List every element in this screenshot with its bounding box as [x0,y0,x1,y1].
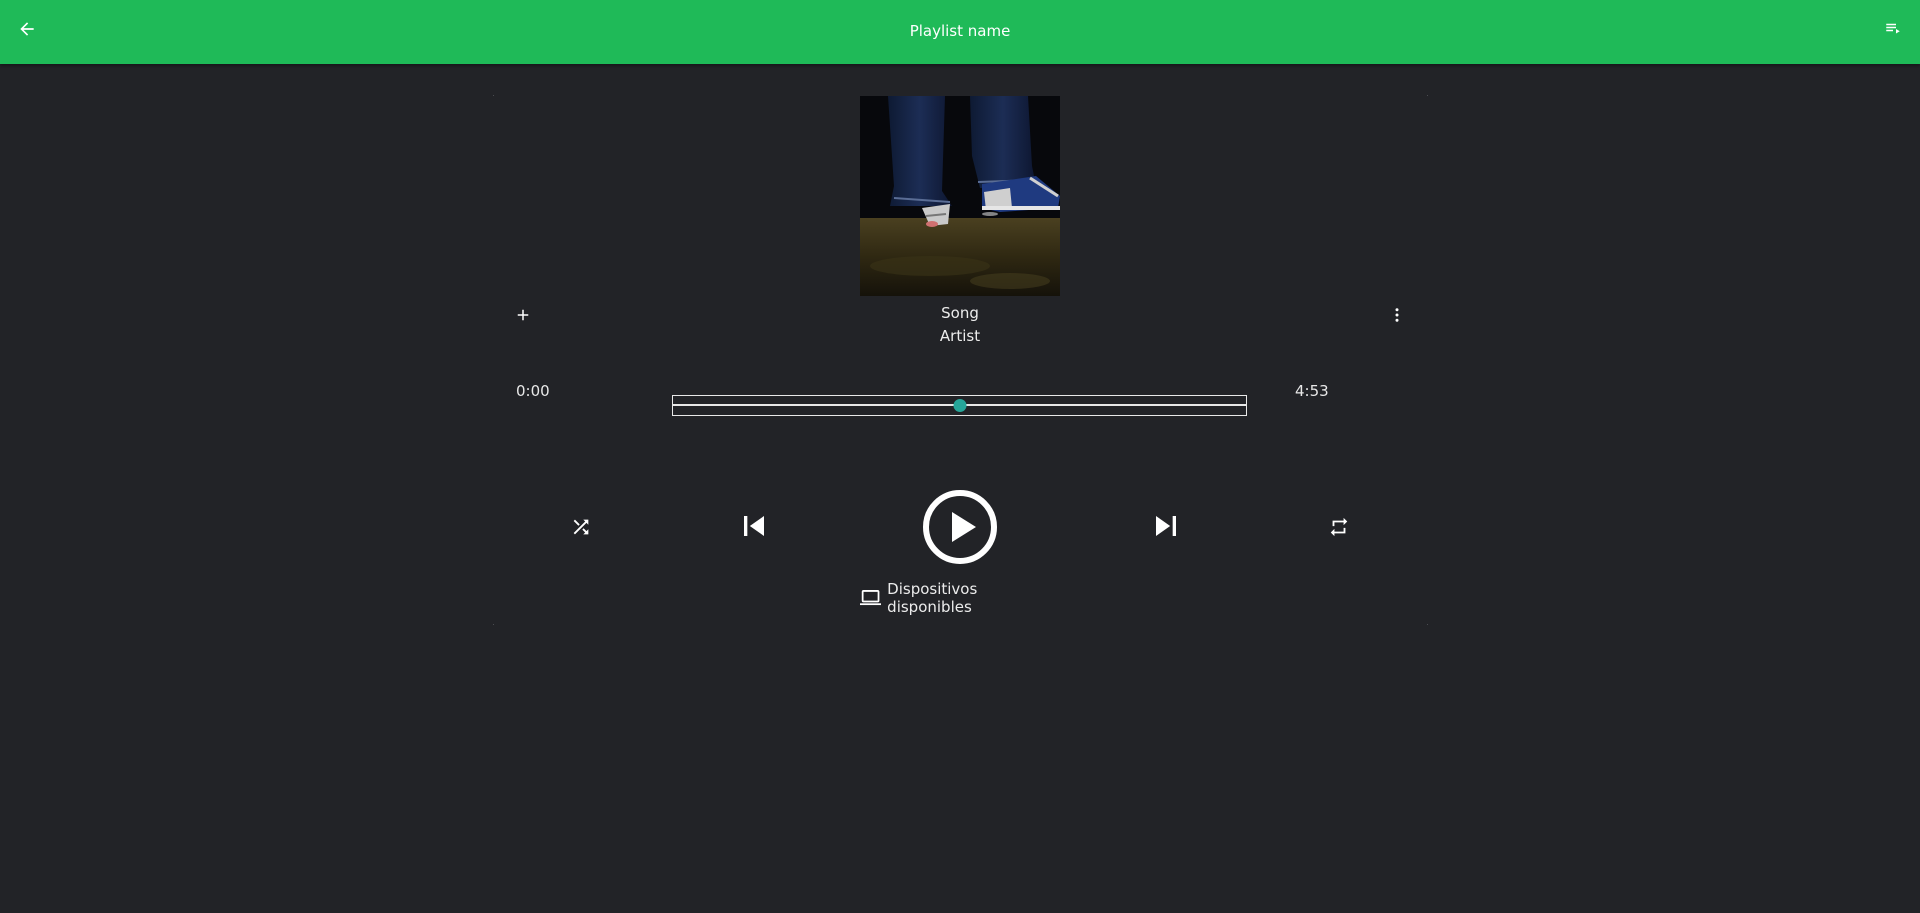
seek-slider[interactable] [672,395,1247,416]
play-circle-icon [923,490,997,564]
seek-thumb[interactable] [953,399,966,412]
add-icon [517,309,529,321]
player-screen: Playlist name Song Artist 0:00 4:53 Disp… [0,0,1920,913]
skip-previous-icon [744,516,764,536]
more-vert-icon [1395,308,1399,322]
panel-corner [493,624,494,625]
album-art [860,96,1060,296]
repeat-icon [1330,517,1348,537]
song-title: Song [941,304,979,322]
skip-next-icon [1156,516,1176,536]
available-devices-button[interactable]: Dispositivos disponibles [860,580,1060,616]
add-to-playlist-button[interactable] [510,302,536,328]
available-devices-label: Dispositivos disponibles [887,580,978,616]
previous-button[interactable] [734,506,774,546]
panel-corner [1427,624,1428,625]
play-button[interactable] [920,487,1000,567]
page-title: Playlist name [909,22,1011,40]
total-time: 4:53 [1295,382,1329,400]
queue-button[interactable] [1878,14,1908,44]
queue-music-icon [1886,23,1900,34]
artist-name: Artist [939,327,981,345]
shuffle-icon [573,519,589,535]
more-options-button[interactable] [1384,302,1410,328]
repeat-button[interactable] [1324,512,1354,542]
laptop-icon [860,590,882,606]
current-time: 0:00 [516,382,550,400]
top-app-bar: Playlist name [0,0,1920,64]
panel-corner [1427,95,1428,96]
panel-corner [493,95,494,96]
album-art-image [860,96,1060,296]
shuffle-button[interactable] [566,512,596,542]
next-button[interactable] [1146,506,1186,546]
